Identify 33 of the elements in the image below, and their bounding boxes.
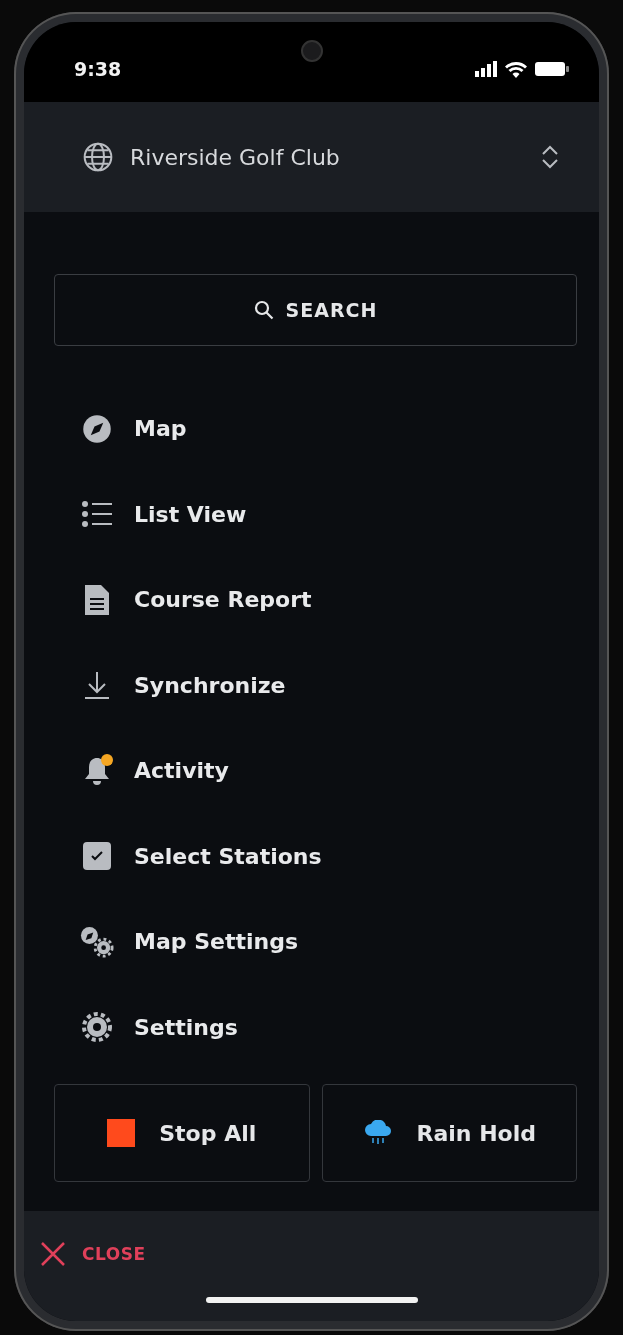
document-icon	[85, 584, 109, 615]
wifi-icon	[505, 60, 527, 78]
club-name: Riverside Golf Club	[130, 144, 341, 170]
list-icon	[81, 500, 113, 529]
rain-hold-button[interactable]: Rain Hold	[321, 1084, 577, 1182]
search-button[interactable]: SEARCH	[54, 274, 577, 346]
menu-item[interactable]: Map	[54, 386, 577, 472]
checkbox-icon	[83, 842, 111, 871]
menu-item[interactable]: List View	[54, 471, 577, 557]
menu-item[interactable]: Map Settings	[54, 899, 577, 985]
close-icon	[40, 1241, 66, 1267]
club-selector[interactable]: Riverside Golf Club	[24, 102, 599, 212]
chevron-up-down-icon	[541, 144, 559, 170]
search-icon	[253, 300, 274, 320]
menu-item[interactable]: Course Report	[54, 557, 577, 643]
close-button[interactable]: CLOSE	[24, 1211, 146, 1267]
compass-icon	[82, 413, 112, 444]
bell-icon	[84, 755, 110, 786]
globe-icon	[82, 141, 114, 173]
stop-all-button[interactable]: Stop All	[54, 1084, 310, 1182]
map-gear-icon	[80, 924, 114, 959]
camera-icon	[300, 40, 323, 62]
rain-cloud-icon	[362, 1120, 393, 1146]
download-icon	[84, 670, 110, 701]
status-time: 9:38	[74, 58, 122, 80]
battery-icon	[535, 61, 569, 77]
settings-icon	[82, 1012, 112, 1043]
signal-icon	[475, 61, 497, 77]
menu-item[interactable]: Synchronize	[54, 642, 577, 728]
menu-item[interactable]: Settings	[54, 984, 577, 1070]
menu-item[interactable]: Select Stations	[54, 813, 577, 899]
menu-item[interactable]: Activity	[54, 728, 577, 814]
stop-icon	[107, 1119, 136, 1147]
